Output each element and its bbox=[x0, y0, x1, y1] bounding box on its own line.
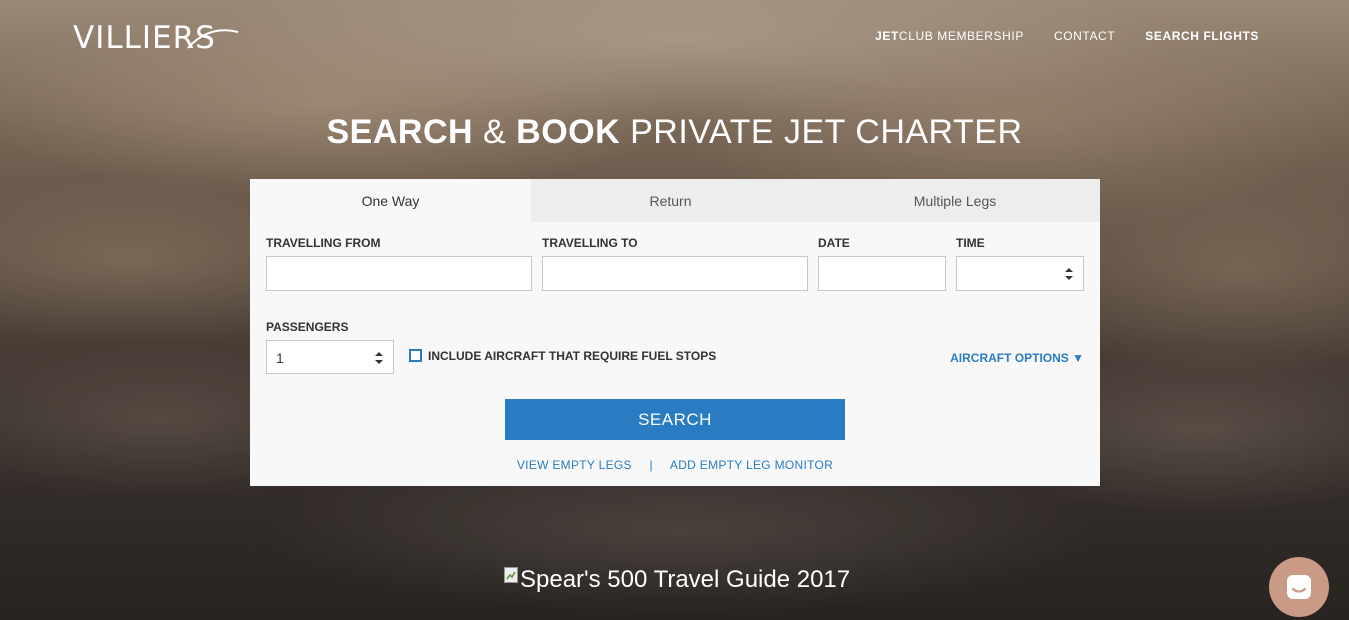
tab-one-way[interactable]: One Way bbox=[250, 179, 531, 222]
passengers-select[interactable]: 1 bbox=[266, 340, 394, 374]
select-arrows-icon bbox=[1065, 268, 1073, 280]
time-select[interactable] bbox=[956, 256, 1084, 291]
from-label: TRAVELLING FROM bbox=[266, 236, 381, 250]
chat-icon bbox=[1287, 575, 1311, 599]
chat-launcher-button[interactable] bbox=[1269, 557, 1329, 617]
top-nav: JETCLUB MEMBERSHIP CONTACT SEARCH FLIGHT… bbox=[875, 29, 1259, 43]
logo-swoosh-icon bbox=[187, 29, 239, 49]
date-label: DATE bbox=[818, 236, 850, 250]
view-empty-legs-link[interactable]: VIEW EMPTY LEGS bbox=[517, 458, 632, 472]
fuel-stops-checkbox[interactable] bbox=[409, 349, 422, 362]
travelling-to-input[interactable] bbox=[542, 256, 808, 291]
travelling-from-input[interactable] bbox=[266, 256, 532, 291]
select-arrows-icon bbox=[375, 352, 383, 364]
broken-image-icon bbox=[504, 567, 518, 583]
passengers-value: 1 bbox=[276, 350, 284, 366]
spears-badge: Spear's 500 Travel Guide 2017 bbox=[504, 566, 850, 594]
nav-jetclub-membership[interactable]: JETCLUB MEMBERSHIP bbox=[875, 29, 1024, 43]
add-empty-leg-monitor-link[interactable]: ADD EMPTY LEG MONITOR bbox=[670, 458, 833, 472]
search-button[interactable]: SEARCH bbox=[505, 399, 845, 440]
search-panel: One Way Return Multiple Legs TRAVELLING … bbox=[250, 179, 1100, 486]
trip-type-tabs: One Way Return Multiple Legs bbox=[250, 179, 1100, 222]
fuel-stops-label: INCLUDE AIRCRAFT THAT REQUIRE FUEL STOPS bbox=[428, 349, 717, 363]
hero-title: SEARCH & BOOK PRIVATE JET CHARTER bbox=[326, 113, 1023, 151]
tab-multiple-legs[interactable]: Multiple Legs bbox=[810, 179, 1100, 222]
passengers-label: PASSENGERS bbox=[266, 320, 349, 334]
tab-return[interactable]: Return bbox=[531, 179, 810, 222]
empty-leg-links: VIEW EMPTY LEGS | ADD EMPTY LEG MONITOR bbox=[250, 458, 1100, 472]
nav-contact[interactable]: CONTACT bbox=[1054, 29, 1115, 43]
link-separator: | bbox=[649, 458, 653, 472]
aircraft-options-toggle[interactable]: AIRCRAFT OPTIONS ▼ bbox=[950, 351, 1084, 365]
time-label: TIME bbox=[956, 236, 985, 250]
nav-search-flights[interactable]: SEARCH FLIGHTS bbox=[1145, 29, 1259, 43]
to-label: TRAVELLING TO bbox=[542, 236, 638, 250]
date-input[interactable] bbox=[818, 256, 946, 291]
badge-alt-text: Spear's 500 Travel Guide 2017 bbox=[520, 566, 851, 593]
